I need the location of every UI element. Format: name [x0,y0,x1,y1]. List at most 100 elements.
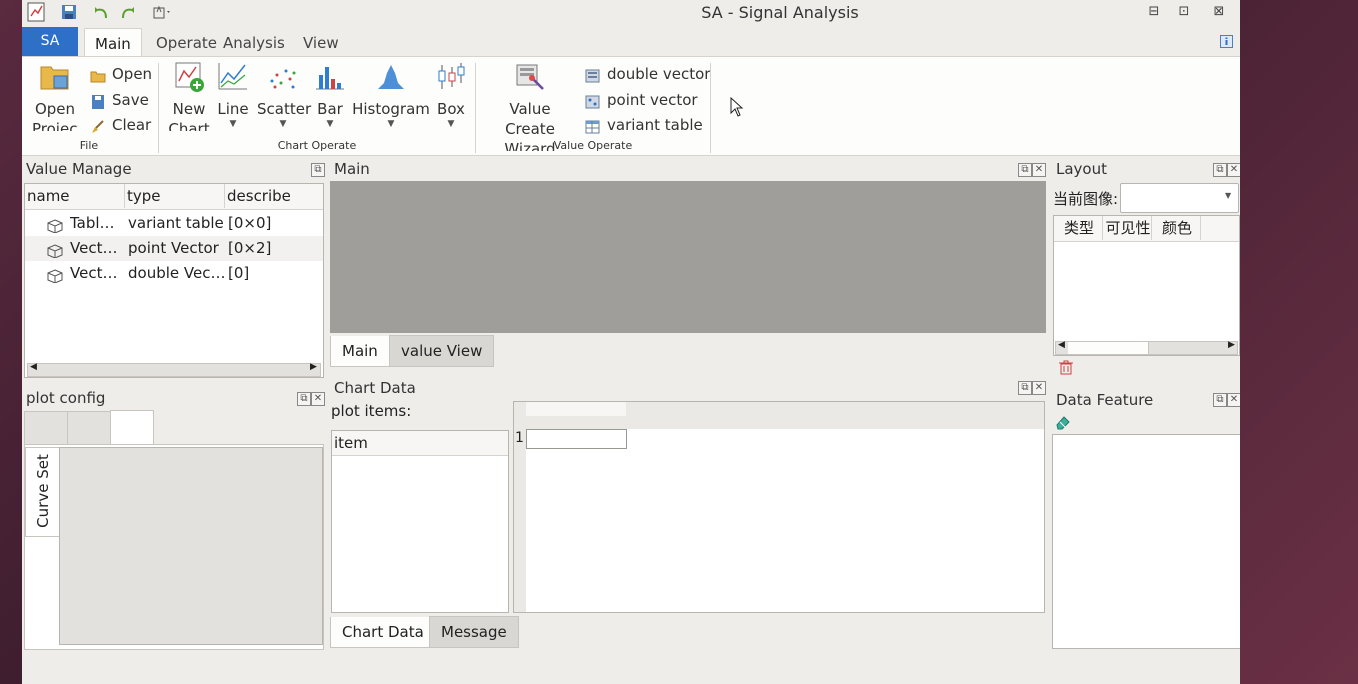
plot-items-label: plot items: [331,402,412,420]
eraser-icon[interactable] [1055,414,1071,434]
current-image-select[interactable]: ▼ [1120,183,1239,213]
trash-icon[interactable] [1059,360,1073,379]
table-header: name type describe [25,184,323,210]
float-dock-icon[interactable]: ⧉ [1213,163,1227,177]
dropdown-arrow-icon: ▼ [229,119,237,129]
folder-project-icon [38,61,72,93]
curve-set-content [59,447,323,645]
close-button[interactable]: ⊠ [1209,3,1229,21]
column-header-type[interactable]: 类型 [1054,216,1103,240]
folder-open-icon [90,67,106,83]
float-dock-icon[interactable]: ⧉ [1213,393,1227,407]
plot-config-title: plot config [26,389,106,407]
float-dock-icon[interactable]: ⧉ [311,163,325,177]
box-chart-button[interactable]: Box ▼ [434,61,468,129]
tab-main[interactable]: Main [84,28,142,57]
chevron-down-icon: ▼ [1225,191,1232,200]
layout-table: 类型 可见性 颜色 ◀ ▶ [1053,215,1240,356]
ribbon-separator [710,63,711,153]
column-header-visible[interactable]: 可见性 [1103,216,1152,240]
plot-config-tab[interactable] [24,411,68,445]
histogram-chart-icon [374,61,408,93]
scrollbar-thumb[interactable] [1068,342,1149,354]
window-title: SA - Signal Analysis [701,3,859,22]
save-file-button[interactable]: Save [90,89,149,111]
mouse-cursor-icon [730,96,744,121]
value-operate-group-label: Value Operate [553,139,633,152]
close-dock-icon[interactable]: ✕ [1032,163,1046,177]
layout-title: Layout [1056,160,1107,178]
scroll-left-icon[interactable]: ◀ [1058,340,1065,350]
horizontal-scrollbar[interactable]: ◀ ▶ [1055,340,1238,355]
point-vector-icon [585,93,601,109]
tab-view[interactable]: View [293,28,349,56]
clear-button[interactable]: Clear [90,114,151,136]
table-row[interactable]: Tabl… variant table [0×0] [25,211,323,236]
maximize-button[interactable]: ⊡ [1174,3,1194,21]
disk-icon [90,93,106,109]
new-chart-button[interactable]: New Chart [167,61,211,131]
value-manage-table: name type describe Tabl… variant table [… [24,183,324,378]
point-vector-button[interactable]: point vector [585,89,698,111]
open-project-button[interactable]: Open Project [32,61,78,131]
line-chart-button[interactable]: Line ▼ [216,61,250,129]
file-group-label: File [79,139,99,152]
layout-table-header: 类型 可见性 颜色 [1054,216,1239,242]
scatter-chart-icon [266,61,300,93]
wizard-icon [513,61,547,93]
open-button[interactable]: Open [90,63,152,85]
scroll-left-icon[interactable]: ◀ [30,362,37,372]
column-header-color[interactable]: 颜色 [1152,216,1201,240]
close-dock-icon[interactable]: ✕ [1227,163,1240,177]
column-header-name[interactable]: name [25,184,125,208]
table-row[interactable]: Vect… double Vec… [0] [25,261,323,286]
app-window: SA - Signal Analysis ⊟ ⊡ ⊠ SA Main Opera… [22,0,1240,684]
plot-config-tab[interactable] [67,411,111,445]
chart-operate-group-label: Chart Operate [277,139,357,152]
new-chart-icon [172,61,206,93]
double-vector-button[interactable]: double vector [585,63,710,85]
column-header[interactable] [526,402,626,416]
close-dock-icon[interactable]: ✕ [311,392,325,406]
value-manage-title: Value Manage [26,160,132,178]
scatter-chart-button[interactable]: Scatter ▼ [257,61,311,129]
tab-message[interactable]: Message [429,616,519,648]
item-column-header[interactable]: item [332,431,508,456]
float-dock-icon[interactable]: ⧉ [1018,163,1032,177]
current-image-label: 当前图像: [1053,190,1119,208]
curve-set-tab[interactable]: Curve Set [25,447,61,537]
tab-chart-data[interactable]: Chart Data [330,617,436,648]
table-icon [585,118,601,134]
close-dock-icon[interactable]: ✕ [1227,393,1240,407]
bar-chart-icon [313,61,347,93]
tab-main-view[interactable]: Main [330,336,390,367]
tab-value-view[interactable]: value View [389,335,495,367]
float-dock-icon[interactable]: ⧉ [1018,381,1032,395]
app-menu-button[interactable]: SA [22,27,78,56]
histogram-chart-button[interactable]: Histogram ▼ [352,61,430,129]
table-row[interactable]: Vect… point Vector [0×2] [25,236,323,261]
plot-config-panel: Curve Set [24,444,324,650]
column-header-type[interactable]: type [125,184,225,208]
chart-data-table[interactable]: 1 [513,401,1045,613]
close-dock-icon[interactable]: ✕ [1032,381,1046,395]
dropdown-arrow-icon: ▼ [387,119,395,129]
ribbon-panel: Open Project Open Save Clear File New Ch… [22,56,1240,156]
horizontal-scrollbar[interactable]: ◀ ▶ [27,362,321,377]
float-dock-icon[interactable]: ⧉ [297,392,311,406]
bar-chart-button[interactable]: Bar ▼ [313,61,347,129]
scroll-right-icon[interactable]: ▶ [310,362,317,372]
data-feature-panel [1052,434,1240,649]
value-create-wizard-button[interactable]: Value Create Wizard [484,61,576,151]
main-mdi-area [330,181,1046,333]
column-header-describe[interactable]: describe [225,184,323,208]
plot-config-tab-active[interactable] [110,410,154,445]
scroll-right-icon[interactable]: ▶ [1228,340,1235,350]
minimize-button[interactable]: ⊟ [1144,3,1164,21]
info-icon[interactable] [1220,33,1233,48]
table-cell[interactable] [526,429,627,449]
variant-table-button[interactable]: variant table [585,114,703,136]
plot-items-list[interactable]: item [331,430,509,613]
tab-analysis[interactable]: Analysis [213,28,295,56]
dropdown-arrow-icon: ▼ [279,119,287,129]
